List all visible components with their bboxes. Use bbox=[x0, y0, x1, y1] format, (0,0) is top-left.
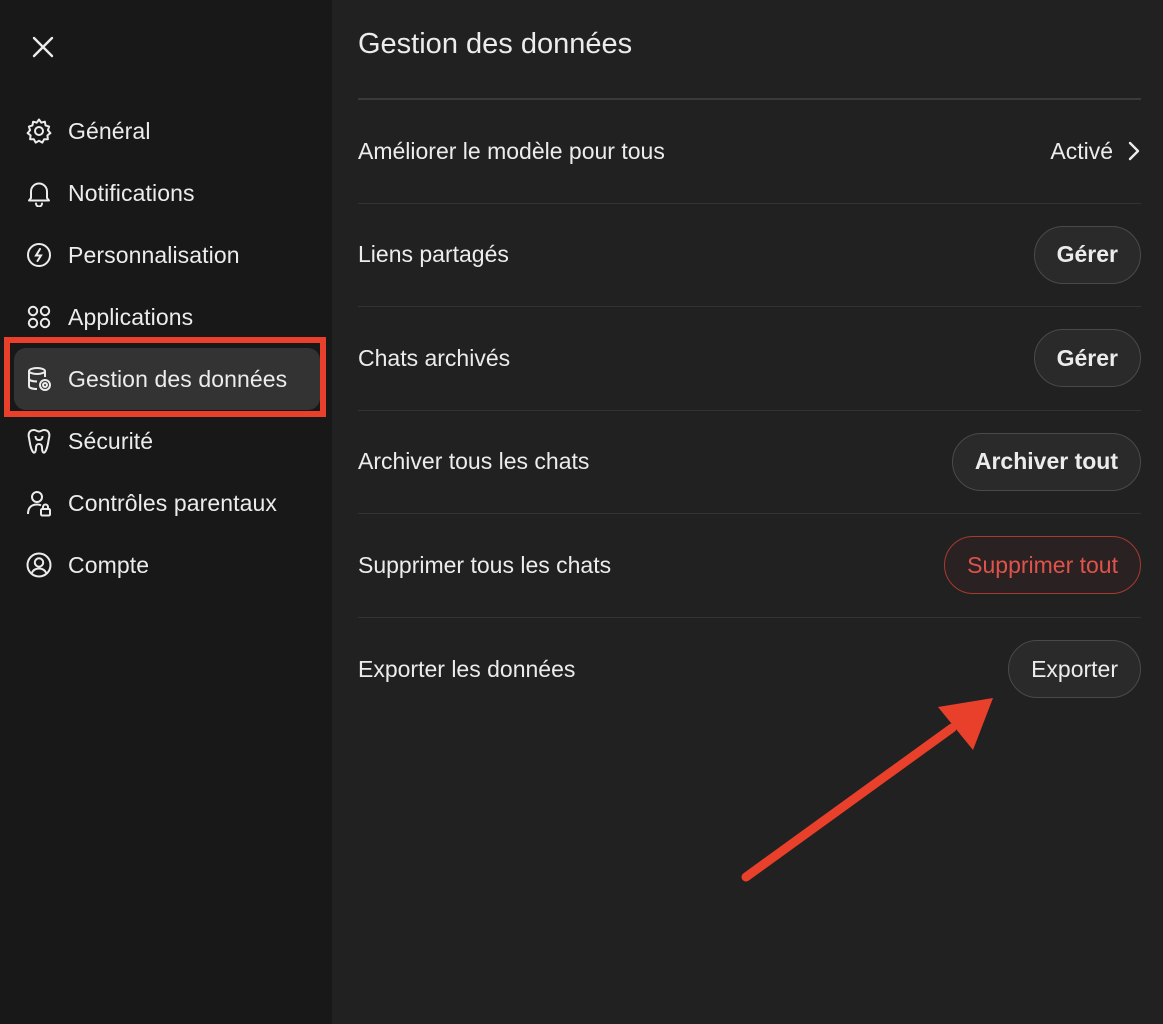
bell-icon bbox=[24, 178, 54, 208]
personalization-icon bbox=[24, 240, 54, 270]
gear-icon bbox=[24, 116, 54, 146]
settings-nav: Général Notifications Personnalisation A… bbox=[0, 100, 332, 596]
sidebar-item-label: Contrôles parentaux bbox=[68, 489, 278, 516]
settings-sidebar: Général Notifications Personnalisation A… bbox=[0, 0, 332, 1024]
page-title: Gestion des données bbox=[358, 28, 633, 60]
setting-label: Liens partagés bbox=[358, 241, 509, 268]
setting-row-export-data: Exporter les données Exporter bbox=[358, 618, 1141, 722]
security-icon bbox=[24, 426, 54, 456]
database-gear-icon bbox=[24, 364, 54, 394]
sidebar-item-parental-controls[interactable]: Contrôles parentaux bbox=[0, 472, 332, 534]
sidebar-item-personalization[interactable]: Personnalisation bbox=[0, 224, 332, 286]
sidebar-item-label: Général bbox=[68, 117, 151, 144]
setting-label: Améliorer le modèle pour tous bbox=[358, 137, 665, 164]
export-button[interactable]: Exporter bbox=[1008, 640, 1141, 699]
archive-all-button[interactable]: Archiver tout bbox=[951, 432, 1141, 491]
sidebar-item-account[interactable]: Compte bbox=[0, 534, 332, 596]
sidebar-item-label: Compte bbox=[68, 551, 150, 578]
sidebar-item-notifications[interactable]: Notifications bbox=[0, 162, 332, 224]
setting-row-shared-links: Liens partagés Gérer bbox=[358, 204, 1141, 307]
close-icon bbox=[32, 36, 54, 58]
delete-all-button[interactable]: Supprimer tout bbox=[944, 536, 1141, 595]
sidebar-item-label: Personnalisation bbox=[68, 241, 240, 268]
setting-row-archived-chats: Chats archivés Gérer bbox=[358, 307, 1141, 411]
account-icon bbox=[24, 550, 54, 580]
setting-row-improve-model: Améliorer le modèle pour tous Activé bbox=[358, 100, 1141, 204]
sidebar-item-label: Sécurité bbox=[68, 427, 154, 454]
setting-label: Exporter les données bbox=[358, 655, 576, 682]
sidebar-item-applications[interactable]: Applications bbox=[0, 286, 332, 348]
sidebar-item-label: Applications bbox=[68, 303, 194, 330]
settings-rows: Améliorer le modèle pour tous Activé Lie… bbox=[358, 100, 1141, 721]
setting-label: Archiver tous les chats bbox=[358, 448, 590, 475]
sidebar-item-general[interactable]: Général bbox=[0, 100, 332, 162]
setting-label: Supprimer tous les chats bbox=[358, 551, 612, 578]
chevron-right-icon bbox=[1127, 140, 1141, 162]
sidebar-item-security[interactable]: Sécurité bbox=[0, 410, 332, 472]
manage-archived-chats-button[interactable]: Gérer bbox=[1033, 329, 1141, 388]
settings-window: Général Notifications Personnalisation A… bbox=[0, 0, 1163, 1024]
apps-grid-icon bbox=[24, 302, 54, 332]
manage-shared-links-button[interactable]: Gérer bbox=[1033, 225, 1141, 284]
close-button[interactable] bbox=[26, 30, 60, 64]
setting-row-delete-all: Supprimer tous les chats Supprimer tout bbox=[358, 514, 1141, 618]
setting-value: Activé bbox=[1050, 137, 1113, 164]
user-lock-icon bbox=[24, 488, 54, 518]
sidebar-item-label: Gestion des données bbox=[68, 365, 288, 392]
improve-model-toggle[interactable]: Activé bbox=[1050, 138, 1141, 165]
setting-label: Chats archivés bbox=[358, 344, 511, 371]
sidebar-item-label: Notifications bbox=[68, 179, 195, 206]
setting-row-archive-all: Archiver tous les chats Archiver tout bbox=[358, 411, 1141, 514]
sidebar-item-data-controls[interactable]: Gestion des données bbox=[0, 348, 332, 410]
